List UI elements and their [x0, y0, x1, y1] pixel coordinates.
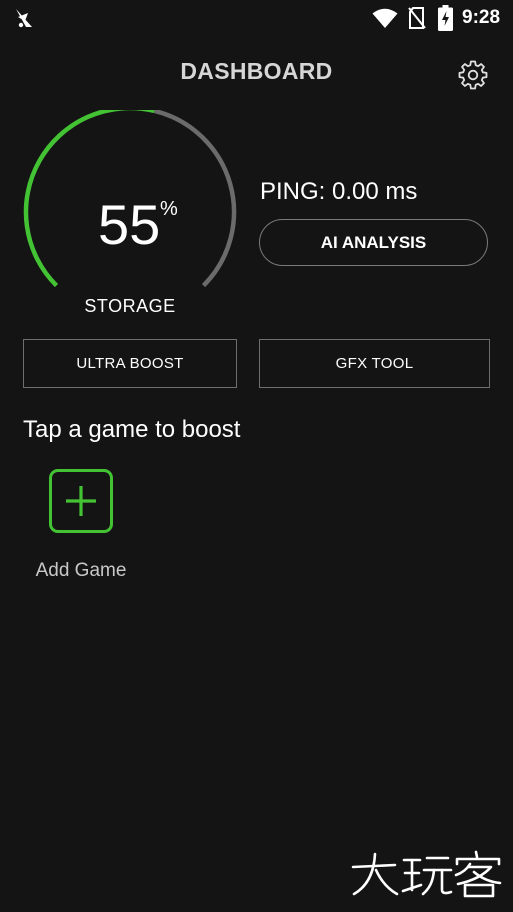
gear-icon[interactable]	[458, 60, 488, 90]
status-time: 9:28	[462, 7, 501, 28]
status-bar: 9:28	[0, 0, 513, 36]
add-game-label: Add Game	[35, 560, 127, 581]
storage-percent-value: 55	[98, 193, 161, 256]
ai-analysis-button[interactable]: AI ANALYSIS	[259, 219, 488, 266]
ai-analysis-label: AI ANALYSIS	[320, 232, 427, 252]
ultra-boost-button[interactable]: ULTRA BOOST	[23, 339, 237, 388]
no-sim-icon	[408, 7, 426, 29]
dashboard-screen: 9:28 DASHBOARD 55 % STORAGE PING: 0.00 m…	[0, 0, 513, 912]
storage-label: STORAGE	[84, 296, 176, 316]
app-notification-icon	[16, 9, 32, 28]
gfx-tool-button[interactable]: GFX TOOL	[259, 339, 490, 388]
add-game-button[interactable]	[49, 469, 113, 533]
storage-percent-unit: %	[160, 198, 178, 220]
storage-gauge: 55 % STORAGE	[18, 110, 242, 322]
wifi-icon	[372, 8, 398, 28]
watermark-logo	[351, 850, 502, 898]
plus-icon	[66, 486, 96, 516]
gfx-tool-label: GFX TOOL	[335, 355, 414, 372]
ping-readout: PING: 0.00 ms	[260, 178, 418, 205]
page-title: DASHBOARD	[180, 58, 333, 84]
battery-charging-icon	[438, 5, 453, 31]
ultra-boost-label: ULTRA BOOST	[76, 355, 184, 372]
games-section-title: Tap a game to boost	[23, 416, 241, 443]
